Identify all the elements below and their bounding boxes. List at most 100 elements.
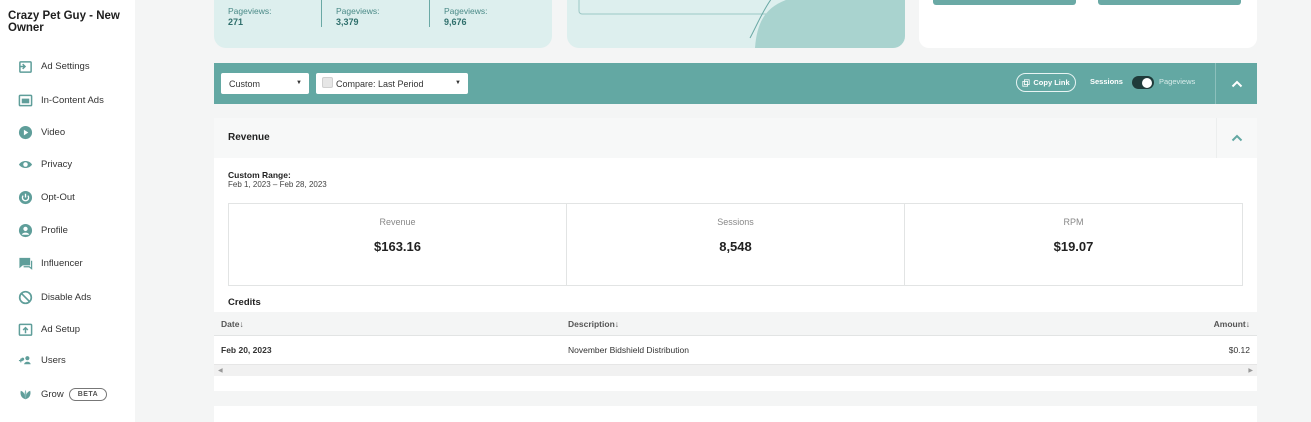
column-divider bbox=[429, 0, 430, 27]
users-icon bbox=[17, 352, 33, 368]
power-icon bbox=[17, 189, 33, 205]
cell-amount: $0.12 bbox=[1228, 345, 1250, 355]
column-header-amount[interactable]: Amount↓ bbox=[1214, 319, 1250, 329]
sidebar-item-label: Disable Ads bbox=[41, 291, 92, 303]
main-content: Pageviews: 271 Pageviews: 3,379 Pageview… bbox=[135, 0, 1311, 422]
toggle-label-pageviews: Pageviews bbox=[1159, 77, 1196, 86]
sidebar-item-label: In-Content Ads bbox=[41, 94, 104, 106]
pageviews-label: Pageviews: bbox=[228, 6, 272, 16]
stat-label: Revenue bbox=[379, 217, 416, 227]
video-icon bbox=[17, 124, 33, 140]
stat-rpm: RPM $19.07 bbox=[905, 204, 1242, 285]
pageviews-value: 271 bbox=[228, 17, 244, 27]
column-header-description[interactable]: Description↓ bbox=[568, 319, 619, 329]
stat-revenue: Revenue $163.16 bbox=[229, 204, 567, 285]
pageviews-column: Pageviews: 271 bbox=[228, 6, 271, 27]
column-header-label: Amount bbox=[1213, 319, 1246, 329]
pageviews-label: Pageviews: bbox=[336, 6, 380, 16]
sessions-pageviews-toggle[interactable] bbox=[1132, 76, 1154, 89]
sidebar-item-opt-out[interactable]: Opt-Out bbox=[17, 187, 132, 207]
compare-select[interactable]: Compare: Last Period ▼ bbox=[316, 73, 468, 94]
card-action-button[interactable] bbox=[1098, 0, 1241, 5]
column-header-label: Description bbox=[568, 319, 615, 329]
custom-range-value: Feb 1, 2023 – Feb 28, 2023 bbox=[228, 180, 327, 189]
credits-table-header: Date↓ Description↓ Amount↓ bbox=[214, 312, 1257, 336]
revenue-panel-header: Revenue bbox=[214, 118, 1257, 158]
revenue-stats: Revenue $163.16 Sessions 8,548 RPM $19.0… bbox=[228, 203, 1243, 286]
pageviews-value: 3,379 bbox=[336, 17, 359, 27]
sidebar-item-privacy[interactable]: Privacy bbox=[17, 154, 132, 174]
sidebar-item-label: Influencer bbox=[41, 257, 83, 269]
chevron-up-icon bbox=[1231, 134, 1243, 142]
scroll-left-icon[interactable]: ◀ bbox=[218, 367, 223, 374]
sidebar-item-label: Video bbox=[41, 126, 66, 138]
eye-icon bbox=[17, 156, 33, 172]
cell-date: Feb 20, 2023 bbox=[221, 345, 272, 355]
sidebar-item-label: Grow bbox=[41, 388, 64, 400]
pageviews-card: Pageviews: 271 Pageviews: 3,379 Pageview… bbox=[214, 0, 552, 48]
stat-sessions: Sessions 8,548 bbox=[567, 204, 905, 285]
sidebar-item-users[interactable]: Users bbox=[17, 350, 132, 370]
sidebar-item-ad-setup[interactable]: Ad Setup bbox=[17, 319, 132, 339]
leaf-icon bbox=[17, 386, 33, 402]
column-header-date[interactable]: Date↓ bbox=[221, 319, 244, 329]
site-title: Crazy Pet Guy - New Owner bbox=[8, 10, 120, 34]
beta-badge: BETA bbox=[68, 387, 108, 401]
sidebar-item-label: Profile bbox=[41, 224, 68, 236]
revenue-title: Revenue bbox=[228, 132, 270, 143]
sort-arrow-icon: ↓ bbox=[1245, 319, 1250, 329]
upload-icon bbox=[17, 321, 33, 337]
card-action-button[interactable] bbox=[933, 0, 1076, 5]
scroll-right-icon[interactable]: ▶ bbox=[1248, 367, 1253, 374]
cell-description: November Bidshield Distribution bbox=[568, 345, 689, 355]
compare-select-value: Compare: Last Period bbox=[336, 78, 424, 89]
copy-link-label: Copy Link bbox=[1033, 78, 1070, 87]
revenue-panel: Revenue Custom Range: Feb 1, 2023 – Feb … bbox=[214, 118, 1257, 391]
block-icon bbox=[17, 289, 33, 305]
table-horizontal-scrollbar[interactable]: ◀ ▶ bbox=[214, 364, 1257, 376]
in-content-ads-icon bbox=[17, 92, 33, 108]
sidebar-item-label: Users bbox=[41, 354, 66, 366]
sidebar-item-influencer[interactable]: Influencer bbox=[17, 253, 132, 273]
sidebar-item-disable-ads[interactable]: Disable Ads bbox=[17, 287, 132, 307]
table-row: Feb 20, 2023 November Bidshield Distribu… bbox=[214, 337, 1257, 363]
column-header-label: Date bbox=[221, 319, 240, 329]
copy-link-button[interactable]: Copy Link bbox=[1016, 73, 1076, 92]
chat-icon bbox=[17, 255, 33, 271]
custom-range-label: Custom Range: bbox=[228, 170, 291, 180]
ad-settings-icon bbox=[17, 58, 33, 74]
next-panel bbox=[214, 406, 1257, 422]
column-divider bbox=[321, 0, 322, 27]
caret-down-icon: ▼ bbox=[296, 80, 302, 86]
pageviews-value: 9,676 bbox=[444, 17, 467, 27]
pageviews-column: Pageviews: 3,379 bbox=[336, 6, 379, 27]
sidebar-item-label: Ad Setup bbox=[41, 323, 81, 335]
sidebar-item-label: Opt-Out bbox=[41, 191, 75, 203]
sidebar: Crazy Pet Guy - New Owner Ad Settings In… bbox=[0, 0, 135, 422]
date-range-select[interactable]: Custom ▼ bbox=[221, 73, 309, 94]
stat-value: $19.07 bbox=[1053, 239, 1094, 254]
pageviews-label: Pageviews: bbox=[444, 6, 488, 16]
date-range-select-value: Custom bbox=[229, 78, 261, 89]
sort-arrow-icon: ↓ bbox=[239, 319, 244, 329]
sidebar-item-ad-settings[interactable]: Ad Settings bbox=[17, 56, 132, 76]
toolbar-collapse-button[interactable] bbox=[1216, 63, 1257, 104]
credits-title: Credits bbox=[228, 297, 261, 308]
sidebar-item-profile[interactable]: Profile bbox=[17, 220, 132, 240]
copy-icon bbox=[1022, 78, 1030, 87]
sidebar-item-video[interactable]: Video bbox=[17, 122, 132, 142]
sidebar-item-grow[interactable]: Grow BETA bbox=[17, 384, 132, 404]
revenue-collapse-button[interactable] bbox=[1216, 118, 1257, 158]
stat-value: $163.16 bbox=[374, 239, 421, 254]
sidebar-item-label: Privacy bbox=[41, 158, 73, 170]
stat-label: Sessions bbox=[717, 217, 754, 227]
sidebar-item-label: Ad Settings bbox=[41, 60, 90, 72]
sort-arrow-icon: ↓ bbox=[614, 319, 620, 329]
mini-chart-graphic bbox=[578, 0, 905, 48]
sidebar-item-in-content-ads[interactable]: In-Content Ads bbox=[17, 90, 132, 110]
user-icon bbox=[17, 222, 33, 238]
toggle-label-sessions: Sessions bbox=[1090, 77, 1123, 86]
stat-label: RPM bbox=[1063, 217, 1084, 227]
toggle-knob bbox=[1142, 77, 1152, 88]
compare-checkbox[interactable] bbox=[322, 77, 333, 88]
